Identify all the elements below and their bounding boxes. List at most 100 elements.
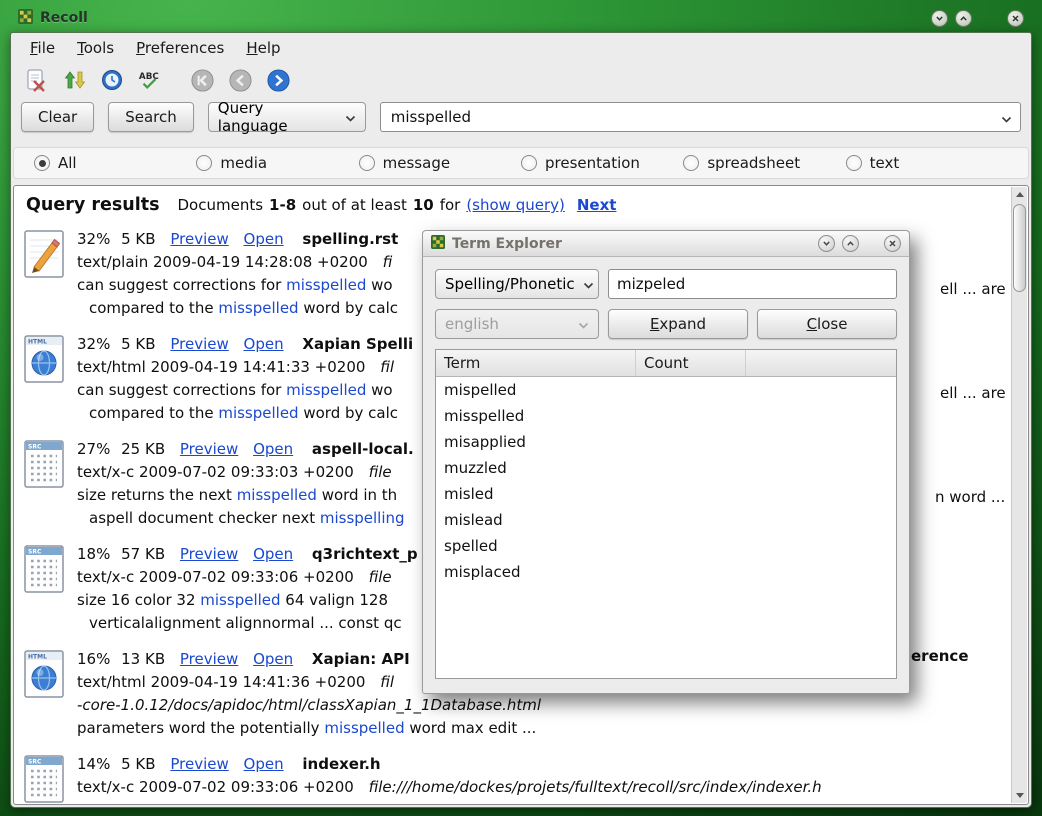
abstract-text: wo bbox=[366, 276, 392, 294]
radio-button[interactable] bbox=[196, 155, 212, 171]
term-column-header[interactable]: Term bbox=[436, 350, 636, 376]
term-row[interactable]: misspelled bbox=[436, 403, 896, 429]
expand-button[interactable]: Expand bbox=[608, 309, 748, 339]
toolbar-term-explorer-button[interactable]: ABC bbox=[137, 67, 163, 93]
preview-link[interactable]: Preview bbox=[180, 650, 238, 668]
scroll-down-button[interactable] bbox=[1012, 788, 1027, 803]
toolbar-clear-search-button[interactable] bbox=[23, 67, 49, 93]
highlight-term: misspelled bbox=[324, 719, 404, 737]
open-link[interactable]: Open bbox=[253, 545, 293, 563]
term-row[interactable]: mislead bbox=[436, 507, 896, 533]
term-cell: misapplied bbox=[436, 429, 636, 455]
result-path: fi bbox=[383, 253, 393, 271]
for-label: for bbox=[440, 196, 461, 214]
result-abstract-line: can suggest corrections for misspelled w… bbox=[77, 379, 413, 402]
term-row[interactable]: muzzled bbox=[436, 455, 896, 481]
preview-link[interactable]: Preview bbox=[180, 440, 238, 458]
term-row[interactable]: mispelled bbox=[436, 377, 896, 403]
term-mode-select[interactable]: Spelling/Phonetic bbox=[435, 269, 599, 299]
filter-all[interactable]: All bbox=[34, 154, 196, 172]
occluded-text-fragment: ell ... are bbox=[940, 278, 1006, 301]
recoll-logo-icon bbox=[18, 9, 33, 28]
result-path: fil bbox=[380, 358, 394, 376]
dialog-minimize-button[interactable] bbox=[818, 235, 835, 252]
radio-button[interactable] bbox=[846, 155, 862, 171]
dialog-close-action-button[interactable]: Close bbox=[757, 309, 897, 339]
radio-button[interactable] bbox=[34, 155, 50, 171]
query-language-label: Query language bbox=[218, 99, 337, 135]
next-page-link[interactable]: Next bbox=[577, 196, 617, 214]
query-input[interactable] bbox=[389, 107, 1001, 127]
preview-link[interactable]: Preview bbox=[170, 230, 228, 248]
relevance-percent: 27% bbox=[77, 440, 110, 458]
term-cell: misspelled bbox=[436, 403, 636, 429]
filter-text[interactable]: text bbox=[846, 154, 1008, 172]
term-rows: mispelledmisspelledmisappliedmuzzledmisl… bbox=[436, 377, 896, 585]
filter-label: media bbox=[220, 154, 267, 172]
preview-link[interactable]: Preview bbox=[170, 755, 228, 773]
abstract-text: word by calc bbox=[299, 299, 398, 317]
menu-tools[interactable]: Tools bbox=[68, 37, 123, 59]
close-button[interactable] bbox=[1007, 10, 1024, 27]
preview-link[interactable]: Preview bbox=[170, 335, 228, 353]
filter-label: message bbox=[383, 154, 450, 172]
menu-help[interactable]: Help bbox=[237, 37, 289, 59]
term-table-header: Term Count bbox=[436, 350, 896, 377]
query-language-select[interactable]: Query language bbox=[208, 102, 366, 132]
show-query-link[interactable]: (show query) bbox=[466, 196, 565, 214]
result-path: file:///home/dockes/projets/fulltext/rec… bbox=[369, 778, 822, 796]
titlebar[interactable]: Recoll bbox=[10, 4, 1032, 32]
result-path: fil bbox=[380, 673, 394, 691]
filter-presentation[interactable]: presentation bbox=[521, 154, 683, 172]
document-icon: HTML SRC bbox=[24, 755, 64, 803]
term-row[interactable]: misapplied bbox=[436, 429, 896, 455]
toolbar-first-page-button[interactable] bbox=[189, 67, 215, 93]
term-row[interactable]: misled bbox=[436, 481, 896, 507]
result-abstract-line: -core-1.0.12/docs/apidoc/html/classXapia… bbox=[77, 694, 541, 717]
result-mime-date: text/x-c 2009-07-02 09:33:06 +0200 bbox=[77, 568, 354, 586]
results-scrollbar[interactable] bbox=[1011, 187, 1027, 803]
toolbar-update-index-button[interactable] bbox=[61, 67, 87, 93]
term-row[interactable]: spelled bbox=[436, 533, 896, 559]
term-input[interactable] bbox=[608, 269, 897, 299]
radio-button[interactable] bbox=[359, 155, 375, 171]
clear-button[interactable]: Clear bbox=[21, 102, 94, 132]
result-title-line: 27% 25 KB Preview Open aspell-local. bbox=[77, 438, 414, 461]
abstract-text: word max edit ... bbox=[405, 719, 537, 737]
dialog-maximize-button[interactable] bbox=[842, 235, 859, 252]
filter-media[interactable]: media bbox=[196, 154, 358, 172]
scroll-up-button[interactable] bbox=[1012, 187, 1027, 202]
term-row[interactable]: misplaced bbox=[436, 559, 896, 585]
open-link[interactable]: Open bbox=[253, 650, 293, 668]
radio-button[interactable] bbox=[521, 155, 537, 171]
open-link[interactable]: Open bbox=[244, 335, 284, 353]
minimize-button[interactable] bbox=[931, 10, 948, 27]
toolbar-previous-page-button[interactable] bbox=[227, 67, 253, 93]
filter-message[interactable]: message bbox=[359, 154, 521, 172]
open-link[interactable]: Open bbox=[244, 230, 284, 248]
toolbar-query-history-button[interactable] bbox=[99, 67, 125, 93]
open-link[interactable]: Open bbox=[253, 440, 293, 458]
count-cell bbox=[636, 507, 896, 533]
open-link[interactable]: Open bbox=[244, 755, 284, 773]
search-button[interactable]: Search bbox=[108, 102, 194, 132]
filter-label: All bbox=[58, 154, 77, 172]
result-abstract-line: compared to the misspelled word by calc bbox=[77, 402, 413, 425]
source-badge-glyph: SRC bbox=[28, 549, 42, 556]
filter-spreadsheet[interactable]: spreadsheet bbox=[683, 154, 845, 172]
recoll-logo-icon bbox=[431, 234, 445, 253]
chevron-down-icon[interactable] bbox=[1001, 108, 1012, 127]
menu-preferences[interactable]: Preferences bbox=[127, 37, 233, 59]
toolbar-next-page-button[interactable] bbox=[265, 67, 291, 93]
preview-link[interactable]: Preview bbox=[180, 545, 238, 563]
menu-file[interactable]: File bbox=[21, 37, 64, 59]
scrollbar-thumb[interactable] bbox=[1013, 204, 1026, 292]
count-column-header[interactable]: Count bbox=[636, 350, 746, 376]
result-meta-line: text/html 2009-04-19 14:41:33 +0200 fil bbox=[77, 356, 413, 379]
term-explorer-titlebar[interactable]: Term Explorer bbox=[422, 230, 910, 257]
file-size: 5 KB bbox=[121, 230, 155, 248]
maximize-button[interactable] bbox=[955, 10, 972, 27]
dialog-close-button[interactable] bbox=[884, 235, 901, 252]
radio-button[interactable] bbox=[683, 155, 699, 171]
html-badge-glyph: HTML bbox=[28, 654, 47, 661]
